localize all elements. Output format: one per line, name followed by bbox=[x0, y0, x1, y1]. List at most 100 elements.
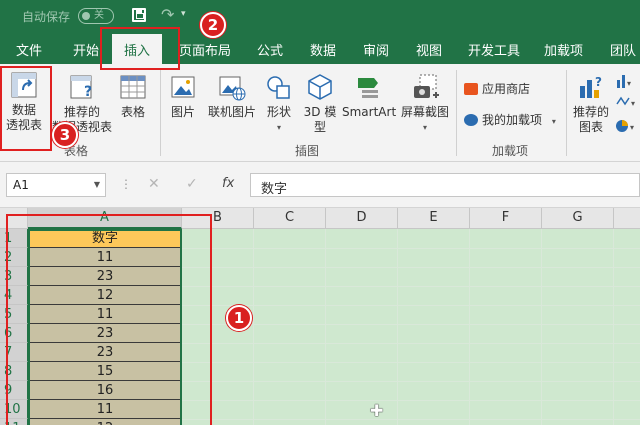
online-picture-icon bbox=[219, 76, 246, 101]
gridline bbox=[181, 362, 640, 363]
app-store-label: 应用商店 bbox=[482, 82, 531, 96]
autosave-toggle[interactable]: 关 bbox=[78, 8, 114, 24]
ribbon: 数据 透视表 ? 推荐的 数据透视表 表格 表格 图片 联机图片 形状 ▾ 3D… bbox=[0, 64, 640, 162]
3d-model-label-2: 型 bbox=[313, 120, 326, 134]
formula-input[interactable]: 数字 bbox=[250, 173, 640, 197]
recommended-charts-label-1: 推荐的 bbox=[572, 105, 609, 119]
table-button[interactable]: 表格 bbox=[115, 72, 151, 120]
tab-team[interactable]: 团队 bbox=[610, 40, 636, 59]
save-icon[interactable] bbox=[132, 8, 146, 22]
autosave-label: 自动保存 bbox=[22, 10, 71, 24]
gridline bbox=[253, 229, 254, 425]
my-addins-label: 我的加载项 bbox=[482, 113, 543, 127]
gridline bbox=[181, 248, 640, 249]
toggle-knob bbox=[82, 12, 90, 20]
group-label-addins: 加载项 bbox=[492, 144, 529, 158]
tab-developer[interactable]: 开发工具 bbox=[468, 40, 520, 59]
formula-bar: A1 ▼ ⋮ ✕ ✓ fx 数字 bbox=[0, 162, 640, 208]
annotation-badge-2: 2 bbox=[200, 12, 226, 38]
shapes-icon bbox=[267, 76, 290, 99]
annotation-badge-3: 3 bbox=[52, 122, 78, 148]
gridline bbox=[181, 381, 640, 382]
chart-types-icons[interactable]: ▾ ▾ ▾ bbox=[615, 70, 639, 134]
table-label: 表格 bbox=[120, 105, 145, 119]
gridline bbox=[613, 229, 614, 425]
smartart-button[interactable]: SmartArt bbox=[342, 72, 396, 120]
picture-button[interactable]: 图片 bbox=[166, 72, 200, 120]
app-store-button[interactable]: 应用商店 bbox=[464, 80, 530, 97]
tab-page-layout[interactable]: 页面布局 bbox=[179, 40, 231, 59]
cancel-formula-icon[interactable]: ✕ bbox=[148, 176, 160, 192]
gridline bbox=[181, 400, 640, 401]
tab-view[interactable]: 视图 bbox=[416, 40, 442, 59]
tab-home[interactable]: 开始 bbox=[73, 40, 99, 59]
gridline bbox=[181, 419, 640, 420]
title-bar: 自动保存 关 ↷ ▾ bbox=[0, 0, 640, 34]
online-picture-label: 联机图片 bbox=[207, 105, 256, 119]
confirm-formula-icon[interactable]: ✓ bbox=[186, 176, 198, 192]
online-picture-button[interactable]: 联机图片 bbox=[204, 72, 260, 120]
mouse-cursor-icon: ✚ bbox=[370, 401, 384, 420]
insert-function-icon[interactable]: fx bbox=[222, 176, 234, 191]
column-header-g[interactable]: G bbox=[542, 208, 614, 229]
gridline bbox=[325, 229, 326, 425]
my-addins-button[interactable]: 我的加载项 ▾ bbox=[464, 111, 556, 128]
name-box-chevron-icon[interactable]: ▼ bbox=[94, 180, 100, 189]
group-separator bbox=[566, 70, 567, 156]
svg-text:▾: ▾ bbox=[630, 123, 634, 132]
annotation-box-insert-tab bbox=[100, 27, 180, 70]
shapes-label: 形状 bbox=[266, 105, 291, 119]
svg-text:▾: ▾ bbox=[627, 79, 631, 88]
annotation-badge-1: 1 bbox=[226, 305, 252, 331]
recommended-charts-icon: ? bbox=[580, 75, 602, 98]
screenshot-icon bbox=[414, 74, 439, 98]
store-bag-icon bbox=[464, 83, 478, 95]
gridline bbox=[181, 343, 640, 344]
picture-icon bbox=[171, 76, 195, 98]
group-label-illustrations: 插图 bbox=[295, 144, 320, 158]
tab-formulas[interactable]: 公式 bbox=[257, 40, 283, 59]
autosave-state: 关 bbox=[94, 10, 104, 21]
3d-model-label-1: 3D 模 bbox=[303, 105, 337, 119]
tab-data[interactable]: 数据 bbox=[310, 40, 336, 59]
column-header-c[interactable]: C bbox=[254, 208, 326, 229]
recommended-pivot-icon: ? bbox=[70, 75, 92, 100]
shapes-button[interactable]: 形状 ▾ bbox=[262, 72, 296, 135]
shapes-chevron-icon: ▾ bbox=[276, 123, 281, 132]
3d-cube-icon bbox=[308, 74, 332, 100]
formula-content: 数字 bbox=[261, 182, 288, 197]
ribbon-tabs: 文件 开始 插入 页面布局 公式 数据 审阅 视图 开发工具 加载项 团队 bbox=[0, 34, 640, 65]
gridline bbox=[181, 305, 640, 306]
gridline bbox=[397, 229, 398, 425]
column-header-f[interactable]: F bbox=[470, 208, 542, 229]
recommended-pivot-label-1: 推荐的 bbox=[63, 105, 100, 119]
addins-icon bbox=[464, 114, 478, 126]
group-separator bbox=[160, 70, 161, 156]
tab-file[interactable]: 文件 bbox=[16, 40, 42, 59]
column-header-d[interactable]: D bbox=[326, 208, 398, 229]
name-box-value: A1 bbox=[13, 178, 29, 192]
recommended-charts-button[interactable]: ? 推荐的 图表 bbox=[570, 72, 612, 135]
column-header-e[interactable]: E bbox=[398, 208, 470, 229]
gridline bbox=[541, 229, 542, 425]
formula-bar-grip-icon: ⋮ bbox=[120, 177, 132, 191]
svg-text:▾: ▾ bbox=[631, 99, 635, 108]
table-icon bbox=[120, 75, 146, 99]
gridline bbox=[181, 267, 640, 268]
name-box[interactable]: A1 ▼ bbox=[6, 173, 106, 197]
screenshot-chevron-icon: ▾ bbox=[422, 123, 427, 132]
picture-label: 图片 bbox=[170, 105, 195, 119]
gridline bbox=[181, 286, 640, 287]
screenshot-button[interactable]: 屏幕截图 ▾ bbox=[398, 72, 452, 135]
annotation-box-pivot-table bbox=[0, 66, 52, 151]
tab-addins[interactable]: 加载项 bbox=[544, 40, 583, 59]
customize-toolbar-chevron-icon[interactable]: ▾ bbox=[181, 9, 186, 19]
svg-text:?: ? bbox=[595, 75, 602, 89]
recommended-charts-label-2: 图表 bbox=[578, 120, 603, 134]
gridline bbox=[469, 229, 470, 425]
3d-model-button[interactable]: 3D 模 型 bbox=[300, 72, 340, 135]
smartart-label: SmartArt bbox=[342, 105, 397, 119]
column-header-h[interactable] bbox=[614, 208, 640, 229]
tab-review[interactable]: 审阅 bbox=[363, 40, 389, 59]
redo-icon[interactable]: ↷ bbox=[161, 5, 174, 24]
